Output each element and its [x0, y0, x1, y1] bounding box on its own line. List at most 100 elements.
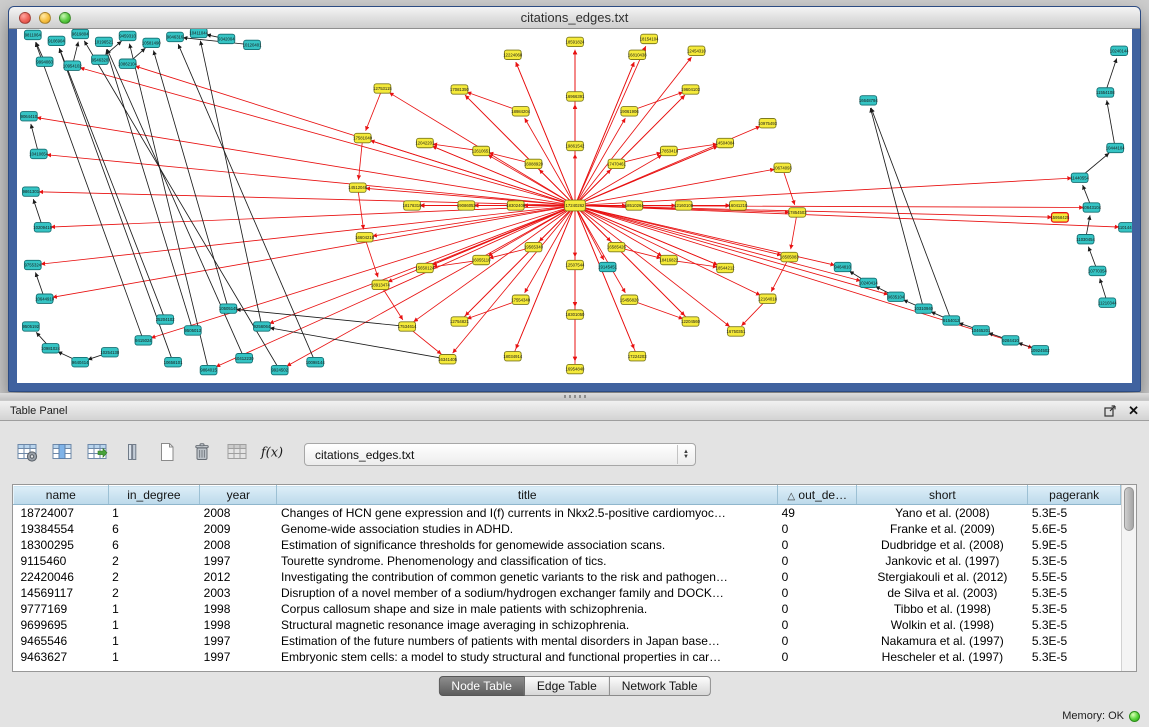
svg-text:10240144: 10240144: [1110, 48, 1130, 53]
show-columns-button[interactable]: [49, 442, 75, 468]
table-row[interactable]: 911546021997Tourette syndrome. Phenomeno…: [14, 553, 1121, 569]
svg-text:9064410: 9064410: [21, 114, 38, 119]
svg-text:9415024: 9415024: [135, 338, 152, 343]
svg-text:12224068: 12224068: [503, 52, 523, 57]
svg-text:10862104: 10862104: [118, 61, 138, 66]
tab-edge-table[interactable]: Edge Table: [525, 676, 610, 696]
svg-text:9619804: 9619804: [72, 32, 89, 37]
table-row[interactable]: 946554611997Estimation of the future num…: [14, 633, 1121, 649]
svg-text:9505013: 9505013: [185, 328, 202, 333]
table-scrollbar[interactable]: [1121, 485, 1136, 671]
svg-text:16648794: 16648794: [859, 98, 879, 103]
svg-text:9546320: 9546320: [92, 57, 109, 62]
svg-text:11030454: 11030454: [1076, 237, 1095, 242]
svg-text:10196521: 10196521: [94, 39, 114, 44]
column-header-pagerank[interactable]: pagerank: [1028, 486, 1121, 505]
svg-text:16954840: 16954840: [566, 367, 586, 372]
window-titlebar[interactable]: citations_edges.txt: [9, 7, 1140, 29]
node-table[interactable]: namein_degreeyeartitle△ out_de…shortpage…: [13, 485, 1121, 665]
status-bar: Memory: OK: [1062, 710, 1140, 722]
svg-text:9635104: 9635104: [888, 294, 905, 299]
minimize-window-button[interactable]: [39, 12, 51, 24]
column-header-in-degree[interactable]: in_degree: [108, 486, 200, 505]
svg-text:19565340: 19565340: [524, 245, 544, 250]
svg-text:9256064: 9256064: [254, 324, 271, 329]
svg-text:f(x): f(x): [260, 446, 283, 461]
table-selector-value: citations_edges.txt: [315, 448, 414, 462]
svg-text:15958425: 15958425: [1050, 215, 1070, 220]
table-row[interactable]: 1456911722003Disruption of a novel membe…: [14, 585, 1121, 601]
svg-text:10770354: 10770354: [1088, 269, 1108, 274]
svg-text:10581490: 10581490: [142, 40, 162, 45]
table-mode-button[interactable]: [14, 442, 40, 468]
svg-text:18302406: 18302406: [506, 203, 526, 208]
column-header-short[interactable]: short: [857, 486, 1028, 505]
svg-text:10411044: 10411044: [189, 31, 208, 36]
table-row[interactable]: 1938455462009Genome-wide association stu…: [14, 521, 1121, 537]
svg-text:19861542: 19861542: [566, 144, 586, 149]
svg-text:10674093: 10674093: [773, 165, 793, 170]
memory-status-label: Memory: OK: [1062, 710, 1124, 722]
table-row[interactable]: 2242004622012Investigating the contribut…: [14, 569, 1121, 585]
svg-text:10098144: 10098144: [306, 360, 326, 365]
svg-text:12160108: 12160108: [674, 203, 694, 208]
svg-text:17224203: 17224203: [628, 354, 648, 359]
column-header-name[interactable]: name: [14, 486, 109, 505]
svg-text:14504084: 14504084: [716, 141, 736, 146]
import-table-button[interactable]: [84, 442, 110, 468]
delete-table-button[interactable]: [224, 442, 250, 468]
table-row[interactable]: 1830029562008Estimation of significance …: [14, 537, 1121, 553]
column-header-out-de[interactable]: △ out_de…: [778, 486, 857, 505]
svg-text:10412230: 10412230: [235, 356, 255, 361]
panel-title: Table Panel: [10, 405, 68, 417]
svg-text:18301050: 18301050: [566, 312, 586, 317]
svg-text:9924502: 9924502: [271, 368, 288, 373]
svg-text:10643104: 10643104: [1082, 205, 1102, 210]
panel-splitter[interactable]: [0, 393, 1149, 400]
svg-text:11440554: 11440554: [1070, 175, 1089, 180]
function-builder-button[interactable]: f(x): [259, 442, 285, 468]
svg-text:11210344: 11210344: [1098, 300, 1117, 305]
svg-text:18034914: 18034914: [503, 354, 523, 359]
table-row[interactable]: 977716911998Corpus callosum shape and si…: [14, 601, 1121, 617]
column-chooser-button[interactable]: [119, 442, 145, 468]
close-panel-icon[interactable]: ✕: [1128, 403, 1139, 419]
zoom-window-button[interactable]: [59, 12, 71, 24]
svg-text:10310940: 10310940: [914, 306, 934, 311]
float-panel-icon[interactable]: [1104, 405, 1116, 417]
svg-text:10505145: 10505145: [219, 306, 239, 311]
table-toolbar: f(x) citations_edges.txt ▲▼: [0, 421, 1149, 469]
column-header-year[interactable]: year: [200, 486, 277, 505]
svg-text:17581040: 17581040: [353, 136, 373, 141]
table-row[interactable]: 969969511998Structural magnetic resonanc…: [14, 617, 1121, 633]
svg-text:15650124: 15650124: [415, 266, 435, 271]
svg-text:17470461: 17470461: [607, 161, 627, 166]
create-column-button[interactable]: [154, 442, 180, 468]
svg-text:18505083: 18505083: [780, 255, 800, 260]
delete-column-button[interactable]: [189, 442, 215, 468]
table-panel: Table Panel ✕ f(x) cit: [0, 400, 1149, 727]
table-row[interactable]: 1872400712008Changes of HCN gene express…: [14, 505, 1121, 521]
svg-text:9154012: 9154012: [943, 318, 960, 323]
tab-network-table[interactable]: Network Table: [610, 676, 711, 696]
svg-text:10981024: 10981024: [41, 346, 61, 351]
table-selector-dropdown[interactable]: citations_edges.txt ▲▼: [304, 443, 696, 466]
svg-text:10465201: 10465201: [971, 328, 991, 333]
svg-text:10975493: 10975493: [758, 121, 778, 126]
svg-text:18510264: 18510264: [625, 203, 645, 208]
svg-text:17853418: 17853418: [659, 149, 679, 154]
svg-text:18154104: 18154104: [640, 36, 660, 41]
svg-text:10954102: 10954102: [63, 63, 83, 68]
svg-text:16088920: 16088920: [524, 161, 544, 166]
svg-text:19086053: 19086053: [457, 203, 477, 208]
column-header-title[interactable]: title: [277, 486, 778, 505]
tab-node-table[interactable]: Node Table: [438, 676, 525, 696]
svg-text:9755324: 9755324: [25, 263, 42, 268]
svg-text:19604103: 19604103: [681, 87, 701, 92]
scrollbar-thumb[interactable]: [1124, 487, 1134, 531]
svg-text:17534614: 17534614: [398, 324, 418, 329]
network-canvas[interactable]: 1724026218510264165854261250754419565340…: [17, 29, 1132, 383]
table-row[interactable]: 946362711997Embryonic stem cells: a mode…: [14, 649, 1121, 665]
close-window-button[interactable]: [19, 12, 31, 24]
svg-text:18984204: 18984204: [511, 109, 531, 114]
